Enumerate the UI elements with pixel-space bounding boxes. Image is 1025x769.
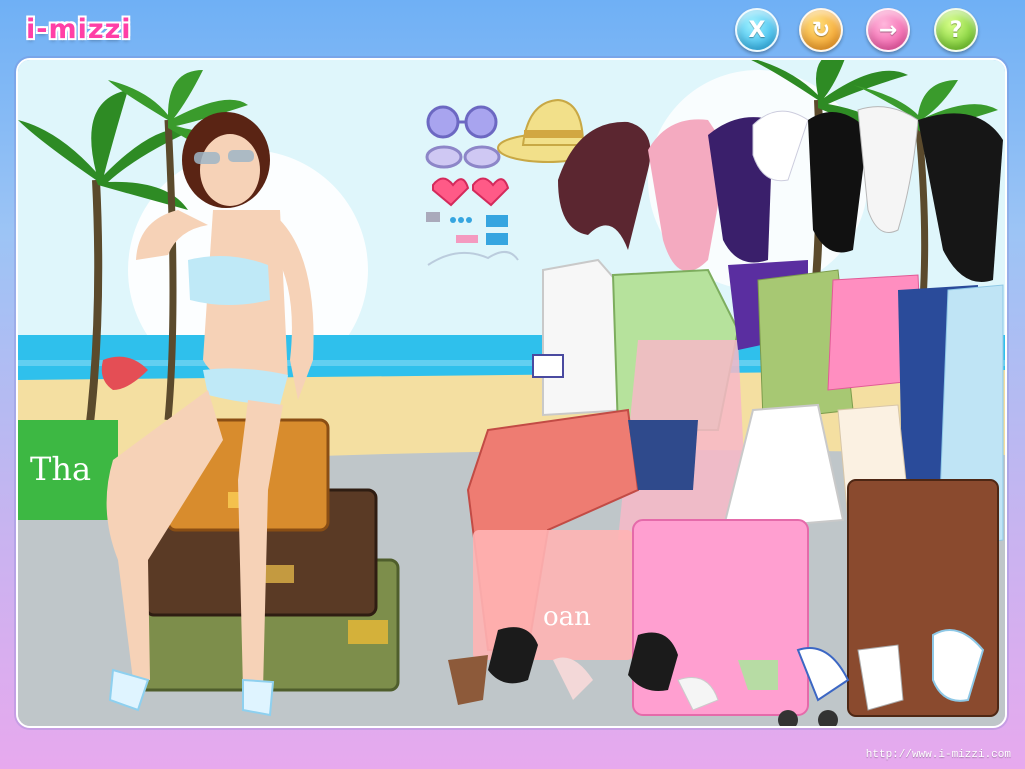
scene-canvas: Tha oan (18, 60, 1005, 726)
model-face (200, 134, 260, 206)
sunglasses-worn[interactable] (194, 152, 220, 164)
reset-icon: ↻ (811, 17, 831, 43)
beach-sign: Tha (18, 420, 118, 520)
shorts-denim[interactable] (628, 420, 698, 490)
help-icon: ? (949, 17, 963, 43)
sign-text: Tha (30, 450, 91, 488)
bikini-top[interactable] (188, 256, 270, 305)
dressup-stage: Tha oan (16, 58, 1007, 728)
help-button[interactable]: ? (934, 8, 978, 52)
luggage-text: oan (543, 602, 591, 632)
i-mizzi-logo[interactable]: i-mizzi (26, 14, 132, 45)
close-button[interactable]: X (735, 8, 779, 52)
reset-button[interactable]: ↻ (799, 8, 843, 52)
close-icon: X (748, 17, 766, 43)
next-button[interactable]: → (866, 8, 910, 52)
top-bar: i-mizzi X ↻ → ? (0, 0, 1025, 58)
sandal-right[interactable] (242, 678, 275, 717)
site-url[interactable]: http://www.i-mizzi.com (866, 749, 1011, 761)
arrow-right-icon: → (878, 17, 898, 43)
camera-accessory[interactable] (532, 354, 564, 378)
